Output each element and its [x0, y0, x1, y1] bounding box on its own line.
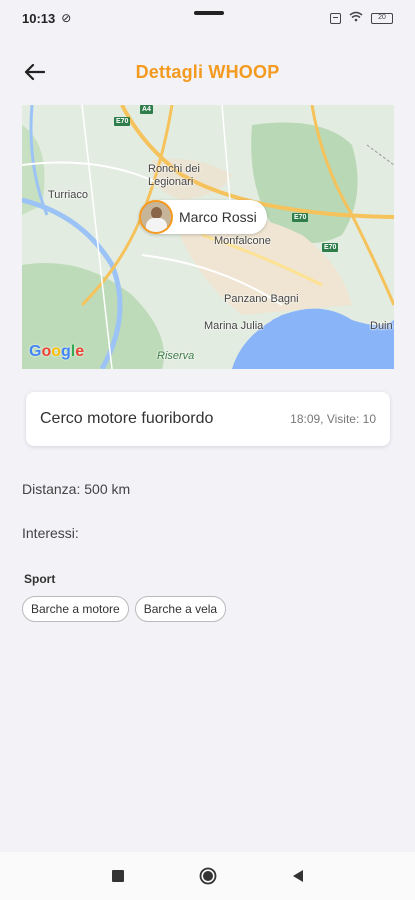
status-time: 10:13 [22, 10, 56, 26]
road-badge-e70-lower: E70 [322, 243, 339, 252]
post-meta: 18:09, Visite: 10 [290, 412, 376, 426]
map-label-duino: Duin [370, 320, 393, 332]
wifi-icon [349, 11, 363, 25]
notch-indicator [194, 11, 224, 15]
map-label-panzano: Panzano Bagni [224, 293, 299, 305]
chip-barche-a-vela[interactable]: Barche a vela [134, 596, 227, 622]
square-icon [111, 870, 124, 882]
road-badge-e70-right: E70 [292, 213, 309, 222]
map-label-riserva: Riserva [157, 350, 195, 362]
battery-icon: 20 [371, 12, 393, 24]
page-title: Dettagli WHOOP [135, 61, 280, 82]
circle-icon [199, 867, 216, 885]
avatar [139, 200, 173, 234]
chip-barche-a-motore[interactable]: Barche a motore [22, 596, 129, 622]
post-title: Cerco motore fuoribordo [40, 410, 214, 427]
back-arrow-icon [24, 63, 45, 81]
back-nav-button[interactable] [288, 866, 308, 886]
interest-chips: Barche a motore Barche a vela [22, 596, 227, 622]
map-label-ronchi: Ronchi dei Legionari [148, 163, 200, 188]
status-icons: 20 [330, 11, 393, 25]
recents-button[interactable] [108, 866, 128, 886]
interest-category-label: Sport [24, 572, 56, 586]
system-nav-bar [0, 852, 415, 900]
google-logo: Google [29, 343, 85, 360]
road-badge-a4: A4 [140, 105, 153, 114]
map-label-marina: Marina Julia [204, 320, 264, 332]
distance-text: Distanza: 500 km [22, 481, 131, 497]
do-not-disturb-icon: ⊘ [61, 11, 72, 25]
pin-user-name: Marco Rossi [179, 209, 257, 225]
post-card[interactable]: Cerco motore fuoribordo 18:09, Visite: 1… [26, 392, 390, 446]
map-label-turriaco: Turriaco [48, 189, 88, 201]
back-button[interactable] [20, 58, 48, 86]
road-badge-e70-top: E70 [114, 117, 131, 126]
user-map-pin[interactable]: Marco Rossi [139, 200, 267, 234]
map-label-monfalcone: Monfalcone [214, 235, 271, 247]
sim-icon [330, 12, 341, 24]
home-button[interactable] [198, 866, 218, 886]
status-bar: 10:13 ⊘ 20 [0, 0, 415, 36]
header: Dettagli WHOOP [0, 50, 415, 94]
map-view[interactable]: A4 E70 E70 E70 Ronchi dei Legionari Turr… [22, 105, 394, 369]
triangle-back-icon [292, 870, 303, 882]
interests-label: Interessi: [22, 525, 79, 541]
